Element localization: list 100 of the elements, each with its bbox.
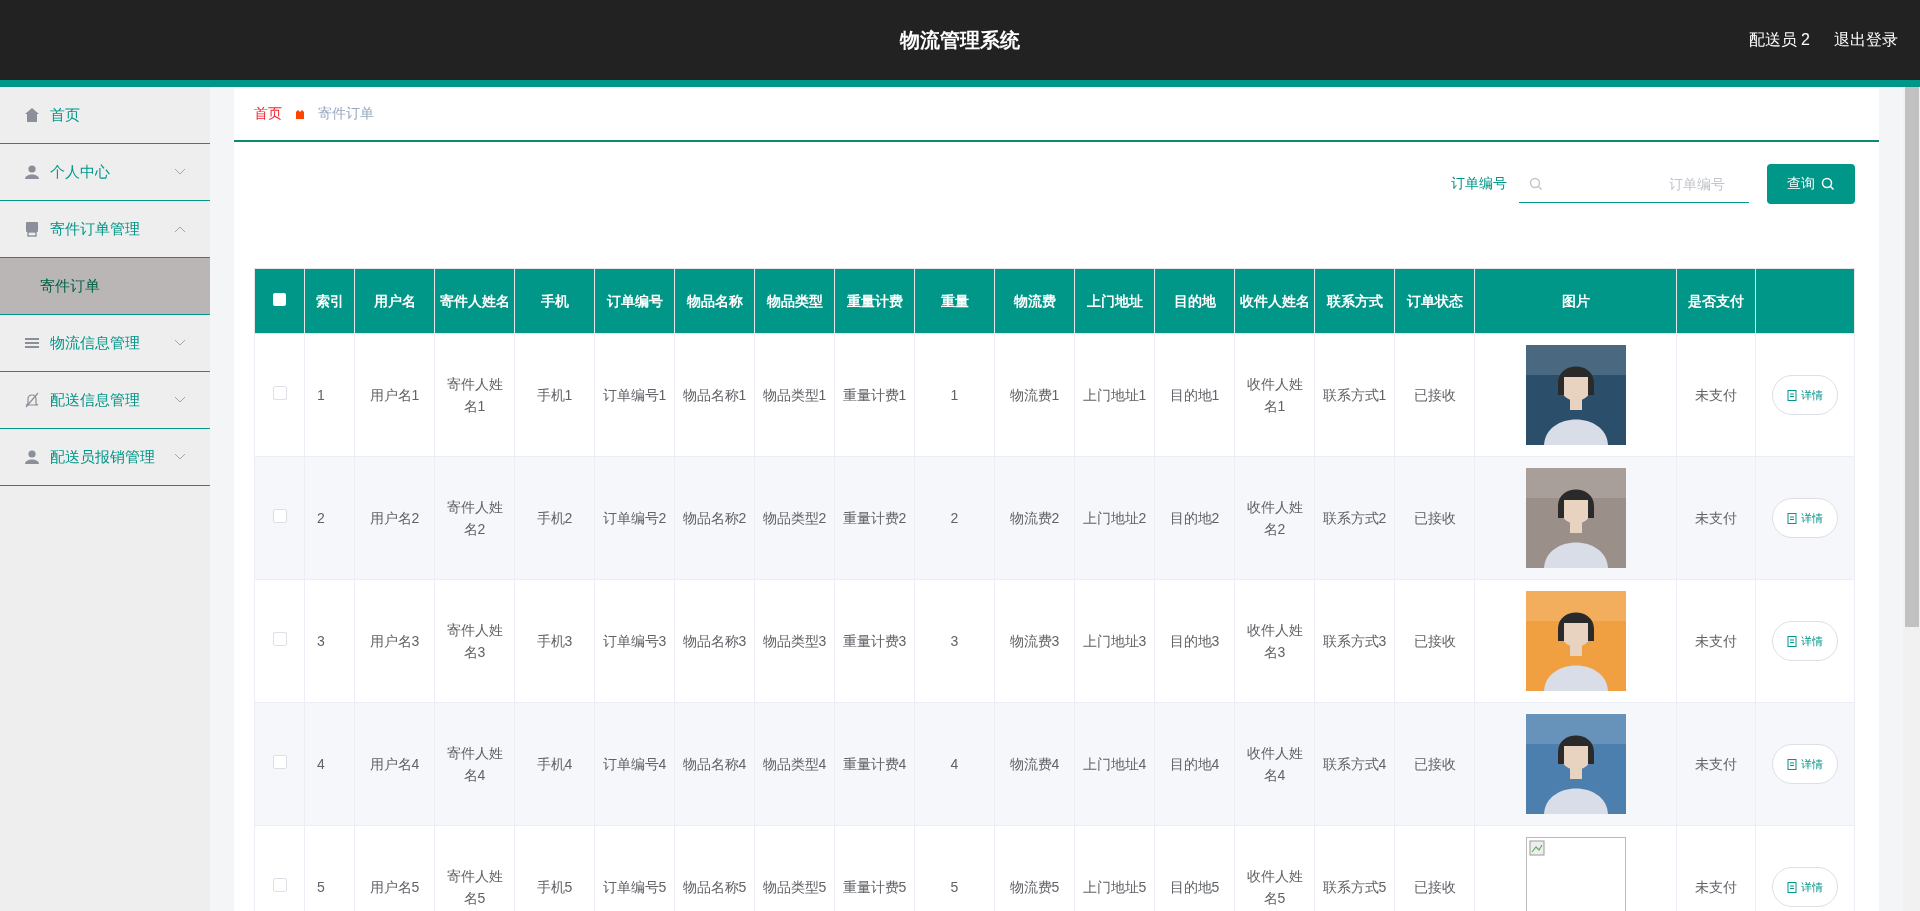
table-cell: 寄件人姓名2 (434, 456, 515, 580)
table-cell: 2 (914, 456, 995, 580)
table-cell: 上门地址2 (1074, 456, 1155, 580)
table-cell: 手机4 (514, 702, 595, 826)
sidebar-item[interactable]: 首页 (0, 87, 210, 144)
search-label: 订单编号 (1451, 175, 1507, 193)
row-checkbox[interactable] (272, 755, 287, 769)
table-cell: 手机3 (514, 579, 595, 703)
table-cell: 上门地址3 (1074, 579, 1155, 703)
document-icon (1787, 635, 1797, 647)
table-cell: 订单编号4 (594, 702, 675, 826)
column-header: 图片 (1474, 268, 1677, 334)
search-icon (1529, 177, 1543, 191)
table-cell: 3 (914, 579, 995, 703)
row-checkbox[interactable] (272, 509, 287, 523)
table-cell: 寄件人姓名3 (434, 579, 515, 703)
crown-icon (294, 108, 306, 120)
table-cell: 手机1 (514, 333, 595, 457)
list-icon (24, 335, 40, 351)
table-cell: 目的地4 (1154, 702, 1235, 826)
details-button[interactable]: 详情 (1772, 867, 1838, 907)
table-cell: 目的地3 (1154, 579, 1235, 703)
muted-bell-icon (24, 392, 40, 408)
table-cell: 订单编号3 (594, 579, 675, 703)
table-cell: 用户名1 (354, 333, 435, 457)
column-header: 联系方式 (1314, 268, 1395, 334)
table-cell: 物品类型1 (754, 333, 835, 457)
sidebar-item[interactable]: 物流信息管理 (0, 315, 210, 372)
table-cell: 用户名3 (354, 579, 435, 703)
table-cell: 物品类型2 (754, 456, 835, 580)
document-icon (1787, 881, 1797, 893)
table-cell: 订单编号1 (594, 333, 675, 457)
column-header: 用户名 (354, 268, 435, 334)
user-name: 配送员 2 (1748, 29, 1810, 50)
document-icon (1787, 389, 1797, 401)
document-icon (1787, 758, 1797, 770)
row-checkbox[interactable] (272, 632, 287, 646)
table-cell: 已接收 (1394, 579, 1475, 703)
table-cell: 重量计费1 (834, 333, 915, 457)
table-cell: 物品名称3 (674, 579, 755, 703)
table-cell: 3 (304, 579, 355, 703)
table-cell: 4 (304, 702, 355, 826)
table-cell: 物品名称1 (674, 333, 755, 457)
logout-link[interactable]: 退出登录 (1834, 29, 1898, 51)
table-cell: 重量计费4 (834, 702, 915, 826)
table-cell: 目的地1 (1154, 333, 1235, 457)
user-icon (24, 164, 40, 180)
table-cell: 目的地2 (1154, 456, 1235, 580)
sidebar-item[interactable]: 个人中心 (0, 144, 210, 201)
table-cell: 收件人姓名1 (1234, 333, 1315, 457)
table-cell: 已接收 (1394, 702, 1475, 826)
table-cell: 物品名称2 (674, 456, 755, 580)
table-cell: 未支付 (1676, 333, 1756, 457)
column-header: 订单编号 (594, 268, 675, 334)
table-cell: 未支付 (1676, 456, 1756, 580)
column-header: 物品名称 (674, 268, 755, 334)
table-cell: 4 (914, 702, 995, 826)
table-cell: 已接收 (1394, 456, 1475, 580)
table-cell: 2 (304, 456, 355, 580)
table-cell: 物品类型4 (754, 702, 835, 826)
table-cell: 物流费2 (994, 456, 1075, 580)
table-cell: 联系方式3 (1314, 579, 1395, 703)
sidebar-item[interactable]: 配送信息管理 (0, 372, 210, 429)
table-cell: 已接收 (1394, 333, 1475, 457)
sidebar-item[interactable]: 配送员报销管理 (0, 429, 210, 486)
breadcrumb-current: 寄件订单 (318, 105, 374, 123)
table-cell: 物品名称4 (674, 702, 755, 826)
details-button[interactable]: 详情 (1772, 498, 1838, 538)
column-header: 收件人姓名 (1234, 268, 1315, 334)
column-header: 手机 (514, 268, 595, 334)
table-cell: 重量计费3 (834, 579, 915, 703)
table-cell: 收件人姓名2 (1234, 456, 1315, 580)
select-all-checkbox[interactable] (273, 293, 286, 306)
user-icon (24, 449, 40, 465)
details-button[interactable]: 详情 (1772, 744, 1838, 784)
row-checkbox[interactable] (272, 878, 287, 892)
table-cell: 未支付 (1676, 702, 1756, 826)
table-cell: 物品类型3 (754, 579, 835, 703)
table-cell: 1 (304, 333, 355, 457)
table-cell: 用户名2 (354, 456, 435, 580)
table-cell: 手机2 (514, 456, 595, 580)
column-header: 寄件人姓名 (434, 268, 515, 334)
details-button[interactable]: 详情 (1772, 375, 1838, 415)
scrollbar[interactable] (1903, 87, 1920, 911)
table-cell: 联系方式2 (1314, 456, 1395, 580)
table-cell: 未支付 (1676, 579, 1756, 703)
tray-icon (24, 221, 40, 237)
submenu-item[interactable]: 寄件订单 (0, 258, 210, 315)
row-checkbox[interactable] (272, 386, 287, 400)
table-cell: 物流费1 (994, 333, 1075, 457)
table-cell: 上门地址4 (1074, 702, 1155, 826)
details-button[interactable]: 详情 (1772, 621, 1838, 661)
breadcrumb-link[interactable]: 首页 (254, 105, 282, 123)
column-header: 重量 (914, 268, 995, 334)
app-title: 物流管理系统 (900, 27, 1020, 53)
column-header: 物流费 (994, 268, 1075, 334)
column-header: 订单状态 (1394, 268, 1475, 334)
column-header: 重量计费 (834, 268, 915, 334)
column-header: 是否支付 (1676, 268, 1756, 334)
search-button[interactable]: 查询 (1767, 164, 1855, 204)
